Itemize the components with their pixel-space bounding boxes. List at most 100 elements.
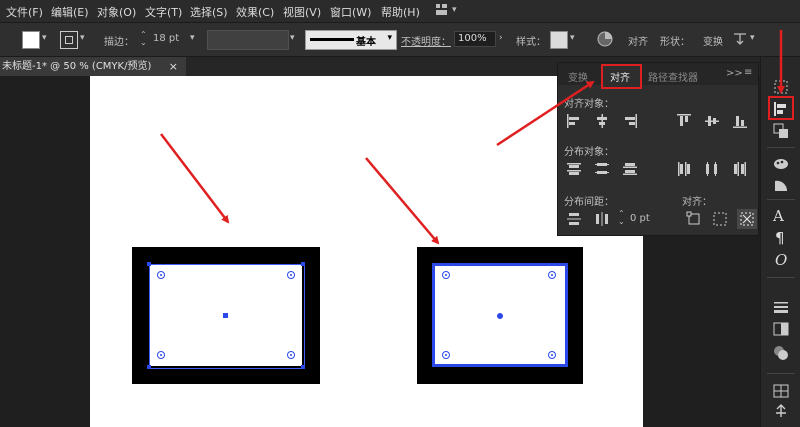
align-button[interactable]: 对齐 bbox=[628, 33, 648, 48]
variable-width-profile[interactable] bbox=[207, 30, 289, 50]
align-to-key-object-icon[interactable] bbox=[739, 211, 755, 227]
vertical-distribute-space-icon[interactable] bbox=[566, 211, 582, 227]
pathfinder-panel-icon[interactable] bbox=[773, 123, 789, 142]
workspace-switcher-icon[interactable] bbox=[436, 4, 447, 15]
graphic-style-swatch[interactable] bbox=[550, 31, 568, 49]
vertical-align-center-icon[interactable] bbox=[704, 113, 720, 129]
divider bbox=[767, 199, 795, 200]
menu-view[interactable]: 视图(V) bbox=[283, 4, 321, 20]
corner-widget[interactable] bbox=[157, 271, 165, 279]
align-panel: 变换 对齐 路径查找器 >> ≡ 对齐对象： 分布对象： 分布间距： 对齐： ⌃… bbox=[557, 62, 759, 236]
puppet-warp-icon[interactable] bbox=[773, 403, 789, 422]
brush-definition[interactable]: 基本 ▾ bbox=[305, 30, 397, 50]
close-icon[interactable]: × bbox=[169, 57, 178, 76]
spacing-stepper[interactable]: ⌃ ⌄ bbox=[618, 210, 625, 226]
vertical-distribute-top-icon[interactable] bbox=[566, 161, 582, 177]
character-panel-icon[interactable]: A bbox=[773, 207, 784, 225]
fill-swatch[interactable] bbox=[22, 31, 40, 49]
corner-widget[interactable] bbox=[548, 271, 556, 279]
divider bbox=[767, 147, 795, 148]
corner-widget[interactable] bbox=[157, 351, 165, 359]
stroke-panel-icon[interactable] bbox=[773, 299, 789, 318]
chevron-down-icon[interactable]: ▾ bbox=[750, 33, 755, 43]
chevron-down-icon[interactable]: ▾ bbox=[80, 33, 85, 43]
brush-label: 基本 bbox=[356, 37, 376, 48]
vertical-distribute-center-icon[interactable] bbox=[594, 161, 610, 177]
chevron-right-icon[interactable]: › bbox=[499, 33, 503, 43]
horizontal-align-left-icon[interactable] bbox=[566, 113, 582, 129]
horizontal-distribute-space-icon[interactable] bbox=[594, 211, 610, 227]
align-to-label: 对齐： bbox=[682, 197, 712, 208]
chevron-down-icon[interactable]: ▾ bbox=[290, 33, 295, 43]
chevron-down-icon: ▾ bbox=[387, 33, 392, 43]
document-tab[interactable]: 未标题-1* @ 50 % (CMYK/预览) × bbox=[0, 57, 186, 76]
align-to-selection-icon[interactable] bbox=[712, 211, 728, 227]
horizontal-distribute-center-icon[interactable] bbox=[704, 161, 720, 177]
transform-button[interactable]: 变换 bbox=[703, 33, 723, 48]
menu-type[interactable]: 文字(T) bbox=[145, 4, 182, 20]
menu-window[interactable]: 窗口(W) bbox=[330, 4, 371, 20]
paragraph-panel-icon[interactable]: ¶ bbox=[775, 229, 785, 247]
menu-edit[interactable]: 编辑(E) bbox=[51, 4, 89, 20]
panel-expand-icon[interactable]: >> bbox=[726, 68, 743, 79]
vertical-distribute-bottom-icon[interactable] bbox=[622, 161, 638, 177]
horizontal-align-right-icon[interactable] bbox=[622, 113, 638, 129]
horizontal-distribute-right-icon[interactable] bbox=[732, 161, 748, 177]
bounding-handle[interactable] bbox=[147, 365, 151, 369]
style-label: 样式： bbox=[516, 37, 546, 48]
bounding-handle[interactable] bbox=[147, 262, 151, 266]
shape-label[interactable]: 形状： bbox=[660, 33, 690, 48]
panel-menu-icon[interactable]: ≡ bbox=[744, 67, 752, 78]
stroke-weight-field[interactable]: 18 pt bbox=[153, 33, 179, 44]
control-bar: ▾ ▾ 描边： ⌃ ⌄ 18 pt ▾ ▾ 基本 ▾ 不透明度： 100% › 样… bbox=[0, 23, 800, 57]
stroke-stepper[interactable]: ⌃ ⌄ bbox=[140, 31, 147, 47]
align-to-artboard-icon[interactable] bbox=[686, 211, 702, 227]
opacity-field[interactable]: 100% bbox=[454, 31, 496, 47]
bounding-handle[interactable] bbox=[301, 262, 305, 266]
opacity-label[interactable]: 不透明度： bbox=[401, 33, 451, 48]
center-point bbox=[497, 313, 503, 319]
document-tab-title: 未标题-1* @ 50 % (CMYK/预览) bbox=[2, 61, 152, 72]
divider bbox=[767, 373, 795, 374]
tab-transform[interactable]: 变换 bbox=[568, 69, 588, 84]
appearance-panel-icon[interactable] bbox=[773, 345, 789, 364]
transparency-panel-icon[interactable] bbox=[773, 321, 789, 340]
layers-panel-icon[interactable] bbox=[773, 383, 789, 402]
menubar: 文件(F) 编辑(E) 对象(O) 文字(T) 选择(S) 效果(C) 视图(V… bbox=[0, 0, 800, 23]
opentype-panel-icon[interactable]: O bbox=[775, 251, 787, 269]
chevron-down-icon[interactable]: ▾ bbox=[42, 33, 47, 43]
horizontal-align-center-icon[interactable] bbox=[594, 113, 610, 129]
horizontal-distribute-left-icon[interactable] bbox=[676, 161, 692, 177]
corner-widget[interactable] bbox=[442, 351, 450, 359]
chevron-down-icon[interactable]: ▾ bbox=[570, 33, 575, 43]
gradient-panel-icon[interactable] bbox=[773, 177, 789, 196]
menu-help[interactable]: 帮助(H) bbox=[381, 4, 420, 20]
distribute-objects-label: 分布对象： bbox=[564, 147, 614, 158]
menu-file[interactable]: 文件(F) bbox=[6, 4, 43, 20]
highlight-align-tab bbox=[601, 64, 642, 89]
spacing-field[interactable]: 0 pt bbox=[630, 213, 650, 224]
stroke-swatch[interactable] bbox=[60, 31, 78, 49]
recolor-artwork-icon[interactable] bbox=[597, 31, 613, 50]
chevron-down-icon[interactable]: ▾ bbox=[452, 5, 457, 15]
menu-effect[interactable]: 效果(C) bbox=[236, 4, 274, 20]
chevron-down-icon[interactable]: ▾ bbox=[190, 33, 195, 43]
corner-widget[interactable] bbox=[287, 271, 295, 279]
vertical-align-bottom-icon[interactable] bbox=[732, 113, 748, 129]
vertical-align-top-icon[interactable] bbox=[676, 113, 692, 129]
corner-widget[interactable] bbox=[548, 351, 556, 359]
center-point bbox=[223, 313, 228, 318]
menu-select[interactable]: 选择(S) bbox=[190, 4, 228, 20]
stroke-label: 描边： bbox=[104, 37, 134, 48]
distribute-spacing-label: 分布间距： bbox=[564, 197, 614, 208]
corner-widget[interactable] bbox=[287, 351, 295, 359]
align-objects-label: 对齐对象： bbox=[564, 99, 614, 110]
highlight-align-icon bbox=[768, 96, 794, 120]
bounding-handle[interactable] bbox=[301, 365, 305, 369]
tab-pathfinder[interactable]: 路径查找器 bbox=[648, 69, 698, 84]
divider bbox=[767, 277, 795, 278]
isolate-icon[interactable] bbox=[732, 31, 748, 50]
menu-object[interactable]: 对象(O) bbox=[97, 4, 136, 20]
color-panel-icon[interactable] bbox=[773, 155, 789, 174]
corner-widget[interactable] bbox=[442, 271, 450, 279]
